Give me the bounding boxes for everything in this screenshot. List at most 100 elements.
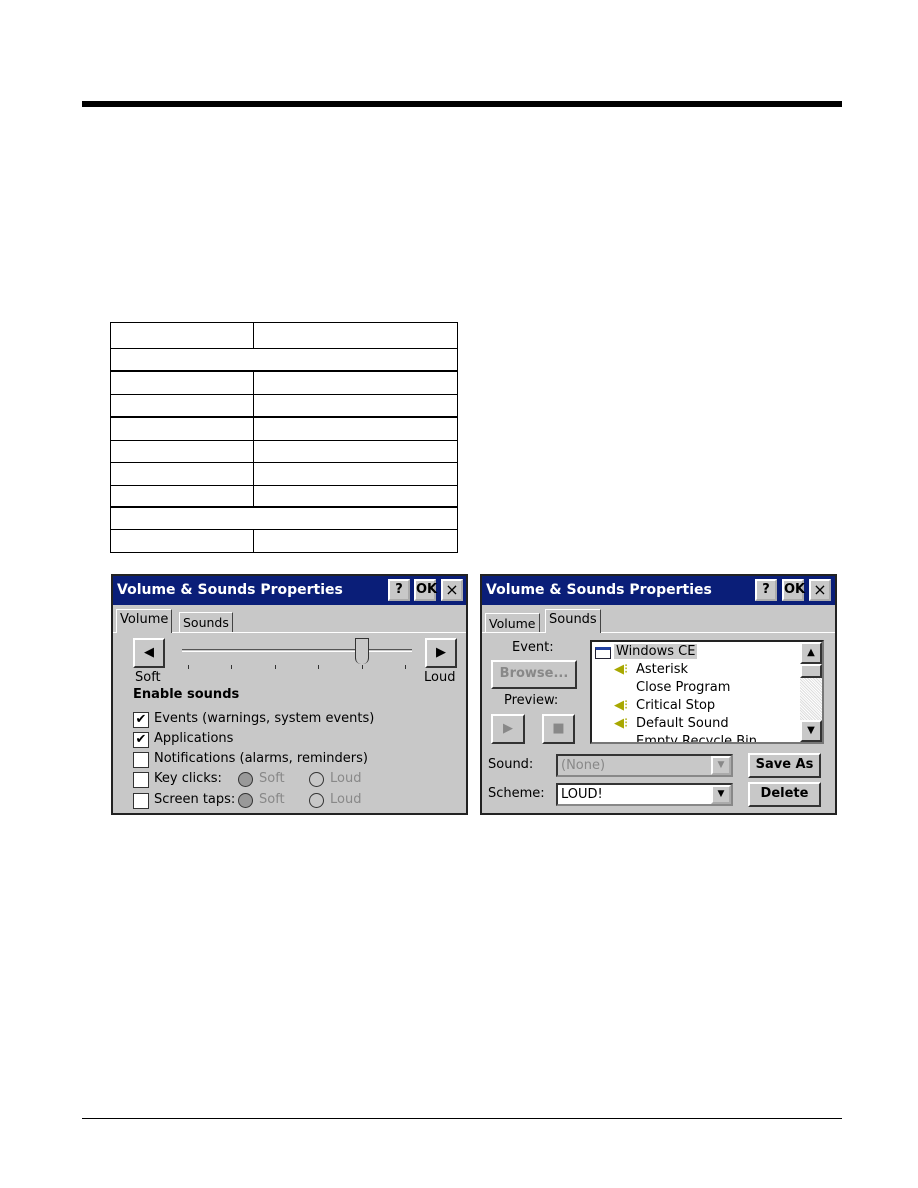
table-cell — [253, 440, 458, 464]
stop-button[interactable]: ■ — [542, 714, 575, 744]
volume-slider-thumb[interactable] — [354, 638, 369, 664]
table-cell — [253, 322, 458, 349]
scroll-down-button[interactable]: ▼ — [800, 720, 822, 742]
volume-dialog: Volume & Sounds Properties ? OK × Volume… — [111, 574, 468, 815]
preview-label: Preview: — [504, 693, 559, 708]
slider-tick — [231, 665, 233, 669]
table-cell — [253, 394, 458, 418]
slider-tick — [361, 665, 363, 669]
slider-tick — [405, 665, 406, 669]
chevron-down-icon[interactable]: ▼ — [711, 785, 731, 804]
right-arrow-icon: ▶ — [436, 645, 446, 660]
header-rule — [82, 101, 842, 107]
play-button[interactable]: ▶ — [491, 714, 525, 744]
chevron-down-icon[interactable]: ▼ — [711, 756, 731, 775]
table-cell — [253, 371, 458, 395]
browse-button[interactable]: Browse... — [491, 660, 577, 689]
speaker-icon: ◀⁝ — [614, 716, 629, 731]
checkbox-label: Notifications (alarms, reminders) — [154, 751, 368, 766]
radio-label: Loud — [330, 792, 362, 807]
list-item[interactable]: Critical Stop — [636, 698, 715, 713]
soft-label: Soft — [135, 670, 161, 685]
table-cell — [110, 394, 255, 418]
screen-taps-soft-radio[interactable] — [238, 793, 253, 808]
sound-label: Sound: — [488, 757, 534, 772]
checkbox[interactable] — [133, 752, 149, 768]
tab-sounds[interactable]: Sounds — [179, 612, 233, 632]
slider-tick — [318, 665, 320, 669]
tab-volume[interactable]: Volume — [116, 609, 173, 633]
list-item[interactable]: Empty Recycle Bin — [636, 734, 757, 742]
speaker-icon: ◀⁝ — [614, 662, 629, 677]
table-cell — [253, 485, 458, 508]
save-as-button[interactable]: Save As — [748, 753, 821, 778]
table-cell — [253, 529, 458, 553]
table-cell — [110, 371, 255, 395]
close-button[interactable]: × — [441, 579, 463, 601]
play-icon: ▶ — [503, 721, 513, 736]
checkbox[interactable] — [133, 772, 149, 788]
table-cell — [110, 322, 255, 349]
sounds-dialog: Volume & Sounds Properties ? OK × Volume… — [480, 574, 837, 815]
volume-up-button[interactable]: ▶ — [425, 638, 457, 668]
list-item[interactable]: Close Program — [636, 680, 730, 695]
checkbox-label: Screen taps: — [154, 792, 236, 807]
event-list[interactable]: Windows CE ◀⁝ Asterisk Close Program ◀⁝ … — [590, 640, 824, 744]
volume-down-button[interactable]: ◀ — [133, 638, 165, 668]
checkbox-label: Key clicks: — [154, 771, 222, 786]
radio-label: Loud — [330, 771, 362, 786]
screen-taps-loud-radio[interactable] — [309, 793, 324, 808]
checkbox-label: Applications — [154, 731, 234, 746]
checkbox[interactable] — [133, 793, 149, 809]
ok-button[interactable]: OK — [782, 579, 805, 601]
tab-sounds[interactable]: Sounds — [545, 609, 601, 633]
checkbox[interactable]: ✔ — [133, 732, 149, 748]
list-item[interactable]: Asterisk — [636, 662, 688, 677]
scheme-dropdown[interactable]: LOUD! ▼ — [556, 783, 733, 806]
enable-sounds-heading: Enable sounds — [133, 687, 240, 702]
tab-volume[interactable]: Volume — [485, 613, 540, 632]
table-cell — [110, 440, 255, 464]
help-button[interactable]: ? — [388, 579, 410, 601]
table-cell — [110, 417, 255, 441]
sound-value: (None) — [561, 758, 606, 773]
table-cell — [253, 417, 458, 441]
table-cell — [110, 485, 255, 508]
dialog-title: Volume & Sounds Properties — [117, 582, 343, 598]
checkbox-label: Events (warnings, system events) — [154, 711, 375, 726]
radio-label: Soft — [259, 792, 285, 807]
scheme-label: Scheme: — [488, 786, 545, 801]
ok-button[interactable]: OK — [414, 579, 437, 601]
slider-track — [182, 649, 412, 652]
slider-tick — [274, 665, 276, 669]
key-clicks-loud-radio[interactable] — [309, 772, 324, 787]
table-cell — [110, 529, 255, 553]
radio-label: Soft — [259, 771, 285, 786]
slider-tick — [188, 665, 189, 669]
loud-label: Loud — [424, 670, 456, 685]
event-label: Event: — [512, 640, 554, 655]
list-item[interactable]: Windows CE — [614, 644, 698, 659]
help-button[interactable]: ? — [755, 579, 777, 601]
scrollbar[interactable]: ▲ ▼ — [800, 642, 822, 742]
key-clicks-soft-radio[interactable] — [238, 772, 253, 787]
table-cell — [110, 507, 458, 530]
checkbox[interactable]: ✔ — [133, 712, 149, 728]
table-cell — [110, 462, 255, 486]
stop-icon: ■ — [552, 721, 565, 736]
scroll-up-button[interactable]: ▲ — [800, 642, 822, 664]
table-cell — [253, 462, 458, 486]
scheme-value: LOUD! — [561, 787, 603, 802]
delete-button[interactable]: Delete — [748, 782, 821, 807]
window-icon — [595, 647, 611, 659]
scroll-thumb[interactable] — [800, 664, 822, 678]
tab-divider — [482, 632, 835, 633]
dialog-title: Volume & Sounds Properties — [486, 582, 712, 598]
close-button[interactable]: × — [809, 579, 831, 601]
speaker-icon: ◀⁝ — [614, 698, 629, 713]
sound-dropdown[interactable]: (None) ▼ — [556, 754, 733, 777]
table-cell — [110, 348, 458, 372]
list-item[interactable]: Default Sound — [636, 716, 729, 731]
left-arrow-icon: ◀ — [144, 645, 154, 660]
footer-rule — [82, 1118, 842, 1119]
